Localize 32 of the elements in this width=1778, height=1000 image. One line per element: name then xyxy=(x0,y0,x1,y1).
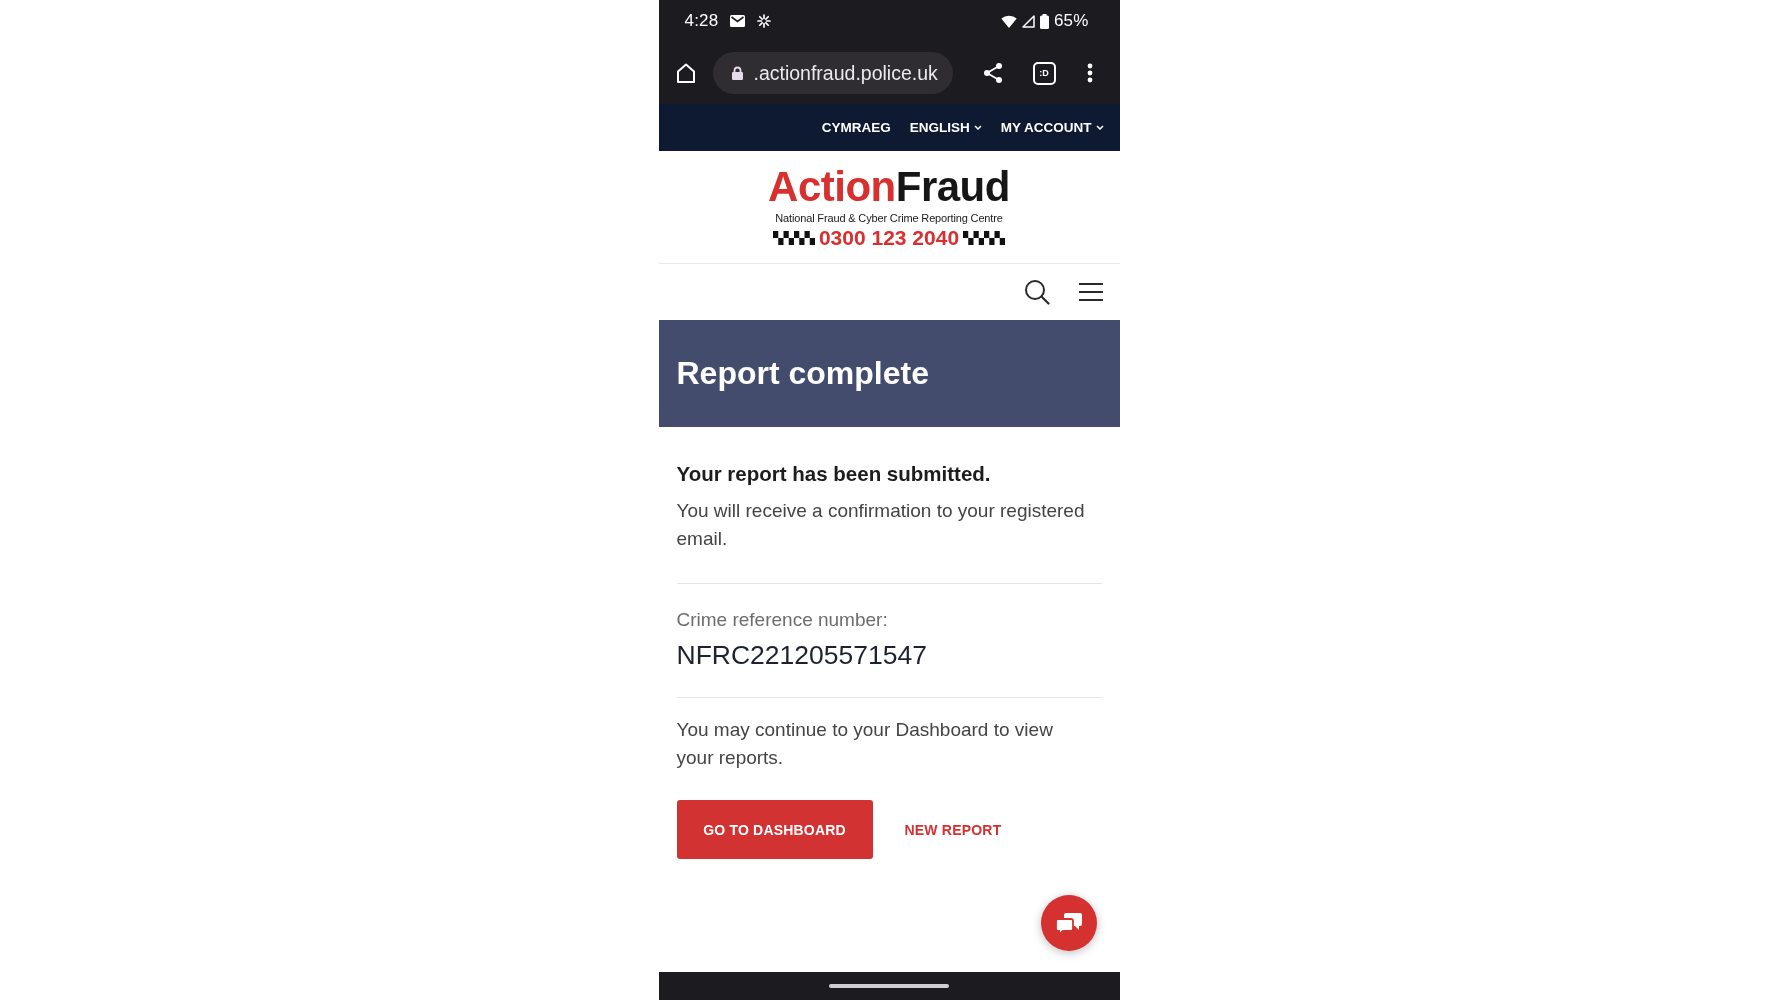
dashboard-message: You may continue to your Dashboard to view your reports. xyxy=(676,718,1054,770)
address-bar[interactable]: .actionfraud.police.uk xyxy=(712,52,953,94)
new-report-link[interactable]: NEW REPORT xyxy=(904,821,1002,838)
nav-link[interactable]: MY ACCOUNT xyxy=(1000,120,1104,135)
more-options-icon[interactable] xyxy=(1086,63,1093,83)
menu-icon[interactable] xyxy=(1077,282,1104,302)
chat-bubbles-icon xyxy=(1054,910,1083,936)
battery-icon xyxy=(1039,13,1049,29)
logo-tagline: National Fraud & Cyber Crime Reporting Centre xyxy=(775,212,1003,224)
battery-percentage: 65% xyxy=(1053,11,1089,31)
checkered-pattern-icon xyxy=(772,230,815,245)
nav-link[interactable]: ENGLISH xyxy=(909,120,982,135)
signal-icon xyxy=(1021,14,1035,28)
confirmation-heading: Your report has been submitted. xyxy=(676,461,992,487)
confirmation-message: You will receive a confirmation to your registered email. xyxy=(676,499,1086,551)
reference-number: NFRC221205571547 xyxy=(676,639,928,672)
checkered-pattern-icon xyxy=(963,230,1006,245)
nav-link[interactable]: CYMRAEG xyxy=(821,120,891,135)
logo-phone-number: 0300 123 2040 xyxy=(818,227,960,248)
reference-label: Crime reference number: xyxy=(676,608,889,632)
spinner-icon xyxy=(757,14,772,28)
logo-wordmark: ActionFraud xyxy=(768,166,1010,208)
status-time: 4:28 xyxy=(684,11,719,31)
tab-switcher-button[interactable]: :D xyxy=(1032,61,1056,85)
page-title: Report complete xyxy=(676,355,929,392)
chat-button[interactable] xyxy=(1040,895,1097,951)
search-icon[interactable] xyxy=(1023,279,1050,305)
dashboard-button[interactable]: GO TO DASHBOARD xyxy=(676,800,873,859)
mail-icon xyxy=(730,15,746,27)
wifi-icon xyxy=(1000,14,1017,28)
share-icon[interactable] xyxy=(981,62,1004,84)
lock-icon xyxy=(731,66,743,80)
